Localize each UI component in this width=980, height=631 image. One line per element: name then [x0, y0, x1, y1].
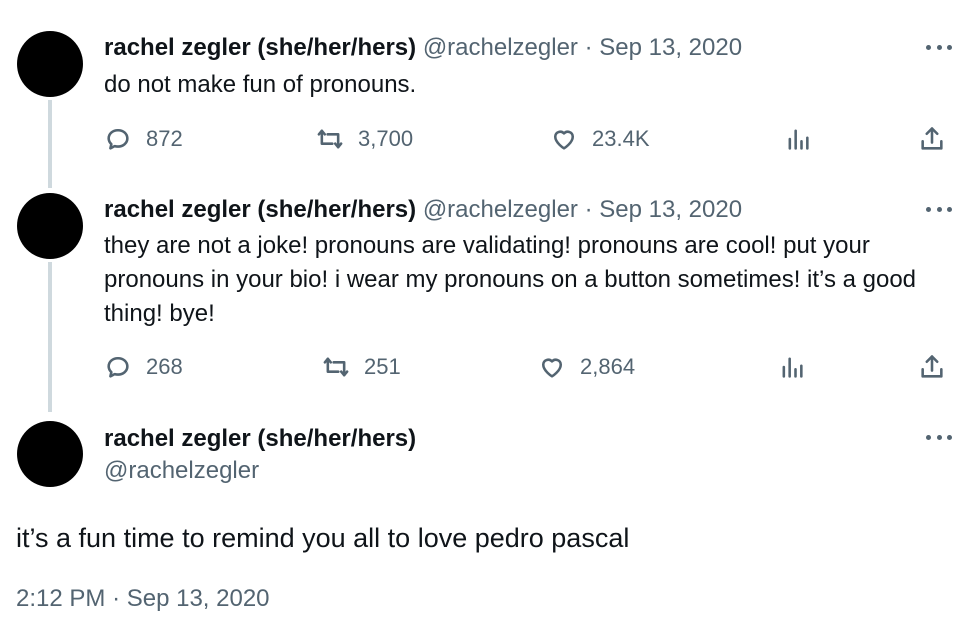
views-button[interactable] — [784, 124, 812, 154]
more-icon[interactable] — [926, 42, 952, 52]
tweet-date: Sep 13, 2020 — [126, 585, 270, 612]
separator: · — [112, 585, 121, 612]
tweet-actions: 872 3,700 23.4K — [104, 124, 954, 154]
tweet-date[interactable]: Sep 13, 2020 — [599, 34, 742, 61]
heart-icon — [553, 130, 575, 150]
thread-line — [48, 262, 52, 412]
avatar[interactable] — [17, 31, 83, 97]
reply-icon — [107, 356, 129, 378]
tweet-text: they are not a joke! pronouns are valida… — [104, 232, 917, 327]
retweet-icon — [317, 129, 343, 149]
share-button[interactable] — [918, 352, 946, 382]
tweet-header: rachel zegler (she/her/hers) @rachelzegl… — [104, 33, 742, 63]
retweet-icon — [323, 357, 349, 377]
reply-button[interactable]: 268 — [104, 352, 183, 382]
more-icon[interactable] — [926, 204, 952, 214]
tweet-text: do not make fun of pronouns. — [104, 71, 417, 98]
author-name[interactable]: rachel zegler (she/her/hers) — [104, 34, 416, 61]
reply-button[interactable]: 872 — [104, 124, 183, 154]
tweet-text: it’s a fun time to remind you all to lov… — [16, 523, 630, 553]
tweet-timestamp[interactable]: 2:12 PM · Sep 13, 2020 — [16, 584, 270, 614]
views-button[interactable] — [778, 352, 806, 382]
author-handle[interactable]: @rachelzegler — [423, 34, 578, 61]
tweet-date[interactable]: Sep 13, 2020 — [599, 196, 742, 223]
reply-count: 268 — [146, 354, 183, 379]
like-button[interactable]: 23.4K — [550, 124, 650, 154]
avatar[interactable] — [17, 193, 83, 259]
more-icon[interactable] — [926, 432, 952, 442]
thread-line — [48, 100, 52, 188]
tweet-actions: 268 251 2,864 — [104, 352, 954, 382]
reply-count: 872 — [146, 126, 183, 151]
author-handle[interactable]: @rachelzegler — [423, 196, 578, 223]
share-icon — [921, 355, 943, 378]
like-count: 23.4K — [592, 126, 650, 151]
separator: · — [584, 196, 593, 223]
author-handle[interactable]: @rachelzegler — [104, 456, 259, 486]
retweet-button[interactable]: 3,700 — [316, 124, 413, 154]
author-name[interactable]: rachel zegler (she/her/hers) — [104, 424, 416, 454]
views-icon — [782, 357, 803, 378]
tweet-header: rachel zegler (she/her/hers) @rachelzegl… — [104, 195, 742, 225]
avatar[interactable] — [17, 421, 83, 487]
retweet-count: 251 — [364, 354, 401, 379]
separator: · — [584, 34, 593, 61]
reply-icon — [107, 128, 129, 150]
like-count: 2,864 — [580, 354, 636, 379]
share-icon — [921, 127, 943, 150]
retweet-count: 3,700 — [358, 126, 414, 151]
retweet-button[interactable]: 251 — [322, 352, 401, 382]
author-name[interactable]: rachel zegler (she/her/hers) — [104, 196, 416, 223]
heart-icon — [541, 358, 563, 378]
share-button[interactable] — [918, 124, 946, 154]
tweet-time: 2:12 PM — [16, 585, 106, 612]
like-button[interactable]: 2,864 — [538, 352, 635, 382]
views-icon — [788, 129, 809, 150]
